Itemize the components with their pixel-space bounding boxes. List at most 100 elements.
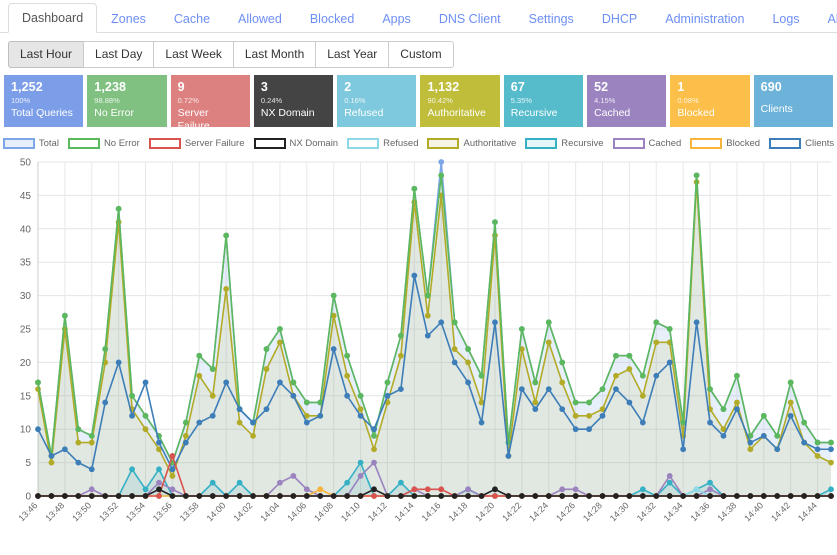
data-point — [667, 494, 672, 499]
legend-item-server-failure[interactable]: Server Failure — [149, 138, 245, 149]
data-point — [439, 487, 444, 492]
nav-tab-dns-client[interactable]: DNS Client — [425, 4, 515, 33]
data-point — [358, 393, 363, 398]
data-point — [735, 400, 740, 405]
stat-card-recursive[interactable]: 675.35%Recursive — [504, 75, 583, 127]
stat-card-label: Recursive — [511, 107, 576, 120]
data-point — [49, 494, 54, 499]
main-nav-tabs: DashboardZonesCacheAllowedBlockedAppsDNS… — [0, 0, 837, 33]
y-axis-tick-label: 30 — [20, 291, 32, 302]
nav-tab-administration[interactable]: Administration — [651, 4, 758, 33]
stat-card-clients[interactable]: 690Clients — [754, 75, 833, 127]
stat-card-server-failure[interactable]: 90.72%Server Failure — [171, 75, 250, 127]
x-axis-tick-label: 14:26 — [554, 500, 577, 523]
data-point — [143, 494, 148, 499]
data-point — [157, 487, 162, 492]
data-point — [761, 494, 766, 499]
data-point — [318, 487, 323, 492]
range-button-last-month[interactable]: Last Month — [233, 41, 315, 68]
data-point — [775, 433, 780, 438]
stat-card-total-queries[interactable]: 1,252100%Total Queries — [4, 75, 83, 127]
data-point — [143, 380, 148, 385]
data-point — [425, 487, 430, 492]
data-point — [466, 487, 471, 492]
range-button-last-year[interactable]: Last Year — [315, 41, 388, 68]
legend-label: Cached — [649, 138, 682, 149]
data-point — [533, 407, 538, 412]
data-point — [573, 400, 578, 405]
nav-tab-apps[interactable]: Apps — [368, 4, 425, 33]
legend-item-no-error[interactable]: No Error — [68, 138, 140, 149]
data-point — [439, 494, 444, 499]
range-button-last-week[interactable]: Last Week — [153, 41, 232, 68]
range-button-last-day[interactable]: Last Day — [83, 41, 153, 68]
data-point — [251, 433, 256, 438]
data-point — [399, 353, 404, 358]
legend-item-authoritative[interactable]: Authoritative — [427, 138, 516, 149]
y-axis-tick-label: 35 — [20, 258, 32, 269]
nav-tab-logs[interactable]: Logs — [758, 4, 813, 33]
legend-item-total[interactable]: Total — [3, 138, 59, 149]
data-point — [157, 480, 162, 485]
data-point — [425, 333, 430, 338]
data-point — [452, 360, 457, 365]
data-point — [654, 340, 659, 345]
x-axis-tick-label: 13:58 — [178, 500, 201, 523]
range-button-last-hour[interactable]: Last Hour — [8, 41, 83, 68]
x-axis-tick-label: 14:16 — [420, 500, 443, 523]
stat-card-blocked[interactable]: 10.08%Blocked — [670, 75, 749, 127]
nav-tab-dashboard[interactable]: Dashboard — [8, 3, 97, 33]
data-point — [681, 420, 686, 425]
data-point — [358, 413, 363, 418]
data-point — [775, 447, 780, 452]
data-point — [493, 494, 498, 499]
legend-item-cached[interactable]: Cached — [613, 138, 682, 149]
data-point — [425, 313, 430, 318]
stat-card-percent: 98.88% — [94, 95, 159, 106]
y-axis-tick-label: 15 — [20, 391, 32, 402]
data-point — [278, 494, 283, 499]
legend-item-recursive[interactable]: Recursive — [525, 138, 603, 149]
time-range-bar: Last HourLast DayLast WeekLast MonthLast… — [0, 33, 837, 74]
data-point — [735, 494, 740, 499]
legend-item-nx-domain[interactable]: NX Domain — [254, 138, 339, 149]
data-point — [412, 487, 417, 492]
data-point — [143, 427, 148, 432]
data-point — [627, 353, 632, 358]
data-point — [76, 460, 81, 465]
stat-card-value: 52 — [594, 80, 659, 94]
legend-item-clients[interactable]: Clients — [769, 138, 834, 149]
data-point — [735, 373, 740, 378]
stat-card-nx-domain[interactable]: 30.24%NX Domain — [254, 75, 333, 127]
stat-card-refused[interactable]: 20.16%Refused — [337, 75, 416, 127]
data-point — [89, 467, 94, 472]
chart-canvas[interactable]: 0510152025303540455013:4613:4813:5013:52… — [0, 154, 837, 554]
data-point — [197, 420, 202, 425]
data-point — [76, 440, 81, 445]
data-point — [788, 494, 793, 499]
range-button-custom[interactable]: Custom — [388, 41, 453, 68]
data-point — [493, 487, 498, 492]
x-axis-tick-label: 14:10 — [339, 500, 362, 523]
data-point — [667, 474, 672, 479]
nav-tab-dhcp[interactable]: DHCP — [588, 4, 651, 33]
data-point — [573, 487, 578, 492]
data-point — [210, 413, 215, 418]
nav-tab-cache[interactable]: Cache — [160, 4, 224, 33]
legend-item-refused[interactable]: Refused — [347, 138, 418, 149]
legend-item-blocked[interactable]: Blocked — [690, 138, 760, 149]
data-point — [291, 474, 296, 479]
stat-card-authoritative[interactable]: 1,13290.42%Authoritative — [420, 75, 499, 127]
nav-tab-settings[interactable]: Settings — [515, 4, 588, 33]
stat-card-cached[interactable]: 524.15%Cached — [587, 75, 666, 127]
nav-tab-blocked[interactable]: Blocked — [296, 4, 368, 33]
nav-tab-zones[interactable]: Zones — [97, 4, 160, 33]
nav-tab-about[interactable]: About — [814, 4, 837, 33]
data-point — [130, 413, 135, 418]
data-point — [318, 494, 323, 499]
data-point — [251, 494, 256, 499]
legend-swatch-icon — [525, 138, 557, 149]
stat-card-no-error[interactable]: 1,23898.88%No Error — [87, 75, 166, 127]
nav-tab-allowed[interactable]: Allowed — [224, 4, 296, 33]
stat-card-label: NX Domain — [261, 107, 326, 120]
